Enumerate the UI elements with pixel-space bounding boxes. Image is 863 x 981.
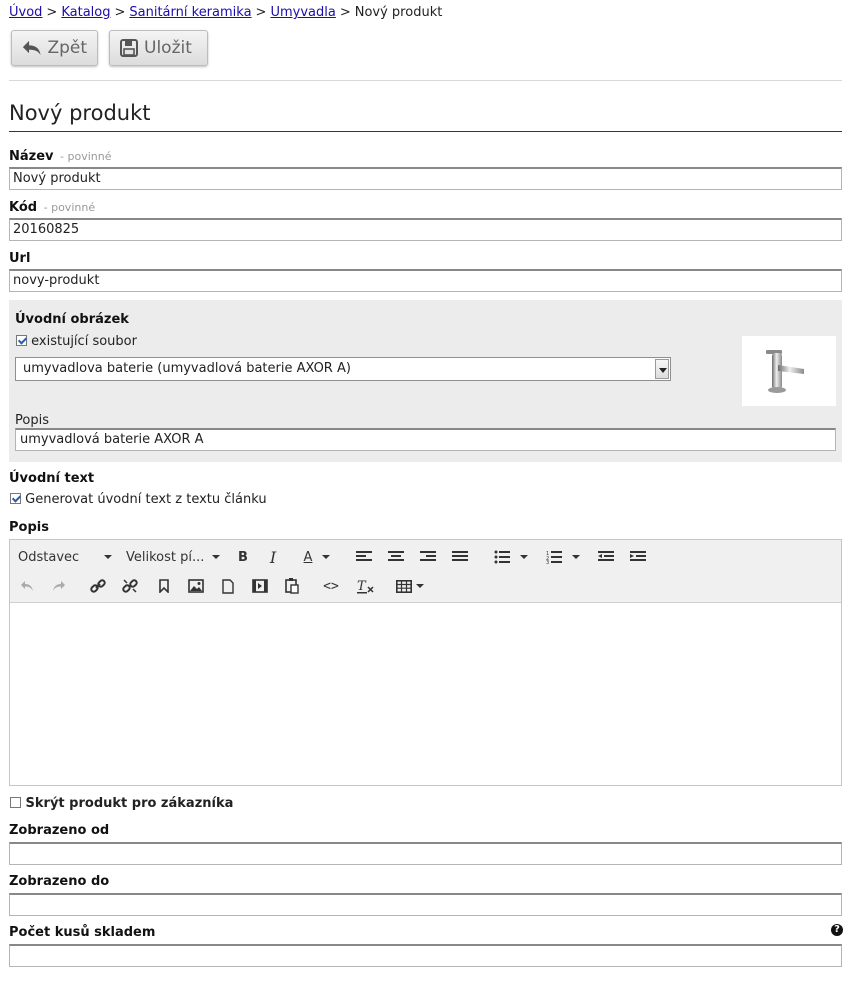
hide-product-row: Skrýt produkt pro zákazníka [10,796,233,811]
media-icon[interactable] [246,573,274,599]
image-description-input[interactable]: umyvadlová baterie AXOR A [15,428,836,451]
stock-label: Počet kusů skladem [9,925,156,940]
url-input[interactable]: novy-produkt [9,269,842,292]
paragraph-format-dropdown[interactable]: Odstavec [14,544,116,570]
intro-image-label: Úvodní obrázek [15,312,129,327]
image-file-select[interactable]: umyvadlova baterie (umyvadlová baterie A… [15,357,671,381]
document-icon[interactable] [214,573,242,599]
generate-intro-checkbox[interactable] [10,493,21,504]
breadcrumb-separator: > [339,5,351,20]
generate-intro-row: Generovat úvodní text z textu článku [10,492,267,507]
breadcrumb-link-sanitary[interactable]: Sanitární keramika [129,5,251,20]
name-label-text: Název [9,149,54,164]
description-label: Popis [9,520,49,535]
breadcrumb-separator: > [46,5,58,20]
divider [9,80,842,81]
breadcrumb-link-home[interactable]: Úvod [9,5,42,20]
text-color-icon[interactable]: A [294,544,340,570]
required-hint: - povinné [43,201,96,214]
chevron-down-icon[interactable] [655,359,669,379]
existing-file-row: existující soubor [16,334,137,349]
page-title: Nový produkt [9,101,151,125]
hide-product-label: Skrýt produkt pro zákazníka [25,796,234,811]
breadcrumb-separator: > [114,5,126,20]
chevron-down-icon [212,555,220,559]
shown-to-input[interactable] [9,893,842,916]
stock-input[interactable] [9,944,842,967]
image-icon[interactable] [182,573,210,599]
bold-icon[interactable]: B [230,544,256,570]
code-label-text: Kód [9,200,38,215]
svg-text:T: T [357,579,367,594]
italic-icon[interactable]: I [260,544,286,570]
shown-to-label: Zobrazeno do [9,874,110,889]
table-icon[interactable] [390,573,430,599]
name-input[interactable]: Nový produkt [9,167,842,190]
name-label: Název - povinné [9,149,112,164]
undo-icon[interactable] [14,573,40,599]
required-hint: - povinné [60,150,112,163]
breadcrumb-separator: > [255,5,267,20]
font-size-dropdown[interactable]: Velikost pí... [122,544,224,570]
shown-from-label: Zobrazeno od [9,823,110,838]
font-size-value: Velikost pí... [126,549,205,565]
numbered-list-icon[interactable]: 123 [540,544,586,570]
image-description-label: Popis [15,413,49,428]
paragraph-format-value: Odstavec [18,549,80,565]
editor-toolbar: Odstavec Velikost pí... B I A 123 <> T [10,540,841,603]
intro-text-label: Úvodní text [9,471,95,486]
undo-arrow-icon [22,40,41,56]
existing-file-label: existující soubor [31,334,137,349]
save-button[interactable]: Uložit [109,30,208,66]
redo-icon[interactable] [46,573,72,599]
breadcrumb: Úvod > Katalog > Sanitární keramika > Umyvadla… [9,5,442,20]
source-code-icon[interactable]: <> [316,573,346,599]
align-justify-icon[interactable] [446,544,474,570]
bullet-list-icon[interactable] [488,544,534,570]
align-right-icon[interactable] [414,544,442,570]
breadcrumb-link-washbasins[interactable]: Umyvadla [270,5,335,20]
hide-product-checkbox[interactable] [10,797,21,808]
back-button[interactable]: Zpět [11,30,98,66]
image-file-select-value: umyvadlova baterie (umyvadlová baterie A… [23,361,351,376]
code-input[interactable]: 20160825 [9,218,842,241]
align-left-icon[interactable] [350,544,378,570]
shown-from-input[interactable] [9,842,842,865]
breadcrumb-current: Nový produkt [354,5,443,20]
title-underline [9,131,842,132]
rich-text-editor: Odstavec Velikost pí... B I A 123 <> T [9,539,842,786]
paste-icon[interactable] [278,573,306,599]
chevron-down-icon [104,555,112,559]
generate-intro-label: Generovat úvodní text z textu článku [25,492,267,507]
unlink-icon[interactable] [116,573,144,599]
faucet-icon [766,350,804,393]
help-icon[interactable]: ? [831,924,843,936]
indent-icon[interactable] [624,544,652,570]
url-label: Url [9,251,31,266]
faucet-thumbnail-image [742,336,836,406]
link-icon[interactable] [84,573,112,599]
save-button-label: Uložit [144,38,192,58]
breadcrumb-link-catalog[interactable]: Katalog [61,5,110,20]
intro-image-section: Úvodní obrázek existující soubor umyvadl… [9,300,842,462]
svg-text:3: 3 [546,560,549,564]
back-button-label: Zpět [47,38,87,58]
editor-content-area[interactable] [10,603,841,785]
outdent-icon[interactable] [592,544,620,570]
code-label: Kód - povinné [9,200,95,215]
existing-file-checkbox[interactable] [16,335,27,346]
bookmark-icon[interactable] [150,573,178,599]
clear-formatting-icon[interactable]: T [350,573,380,599]
align-center-icon[interactable] [382,544,410,570]
floppy-disk-icon [120,39,138,57]
